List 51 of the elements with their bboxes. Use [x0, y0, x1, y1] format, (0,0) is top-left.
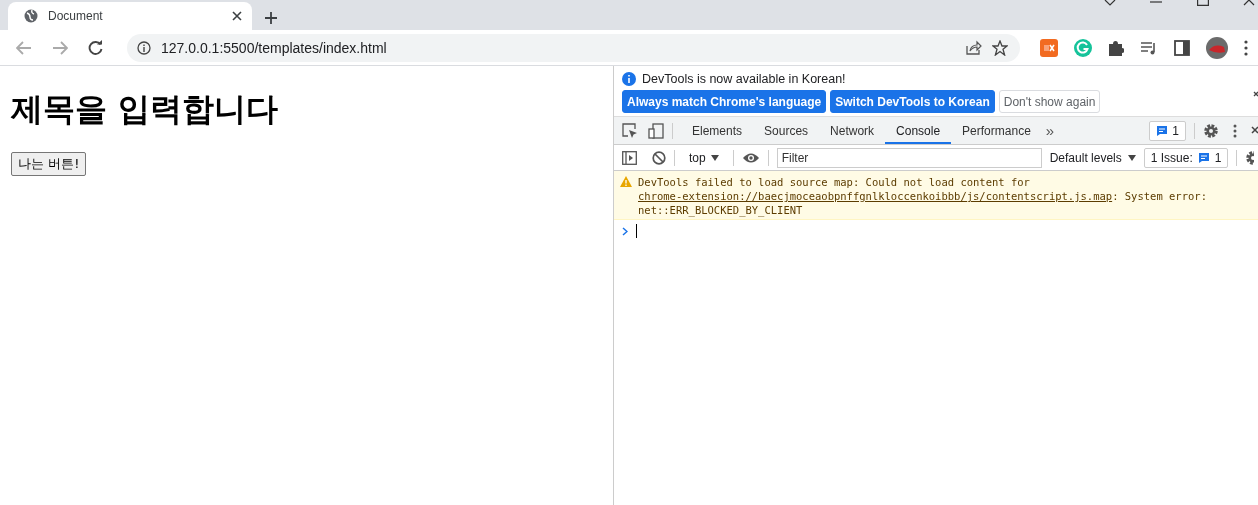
devtools-tab[interactable]: Console: [885, 117, 952, 144]
chevron-down-icon[interactable]: [1104, 0, 1116, 6]
page-button[interactable]: 나는 버튼!: [11, 152, 87, 176]
device-toolbar-icon[interactable]: [648, 122, 664, 139]
address-bar[interactable]: 127.0.0.1:5500/templates/index.html: [127, 33, 1020, 62]
side-panel-icon[interactable]: [1174, 39, 1190, 56]
devtools-tab[interactable]: Elements: [681, 117, 754, 144]
settings-icon[interactable]: [1203, 122, 1219, 139]
warning-icon: [620, 176, 632, 187]
infobar-button[interactable]: Switch DevTools to Korean: [830, 90, 995, 113]
prompt-chevron-icon: [622, 226, 628, 236]
devtools-tab[interactable]: Sources: [753, 117, 820, 144]
caret-icon: [710, 154, 719, 161]
info-icon: [622, 72, 636, 86]
filter-field[interactable]: Filter: [776, 147, 1042, 168]
devtools-tab[interactable]: Performance: [951, 117, 1042, 144]
menu-icon[interactable]: [1233, 123, 1237, 138]
settings-icon[interactable]: [1245, 149, 1255, 166]
inspect-icon[interactable]: [622, 122, 638, 139]
reload-icon[interactable]: [88, 40, 103, 55]
issues-button[interactable]: 1 Issue: 1: [1143, 147, 1229, 168]
more-tabs-button[interactable]: »: [1045, 122, 1055, 139]
warning-message: DevTools failed to load source map: Could not load content for chrome-extension://baecjmoceaobpnffgnlkloccenkoibbb/js/contentscript.js.map: System error: net::ERR_BLOCKED_BY_CLIENT: [638, 175, 1208, 217]
playlist-icon[interactable]: [1140, 40, 1158, 55]
log-levels-dropdown[interactable]: Default levels: [1049, 150, 1136, 165]
globe-icon: [24, 9, 38, 23]
star-icon[interactable]: [992, 39, 1008, 56]
text-cursor: [636, 224, 637, 238]
caret-icon: [1127, 154, 1136, 161]
eye-icon[interactable]: [741, 151, 760, 164]
page-heading: 제목을 입력합니다: [11, 89, 279, 130]
maximize-icon[interactable]: [1197, 0, 1209, 6]
issues-badge[interactable]: 1: [1149, 120, 1186, 141]
avatar-icon[interactable]: [1206, 36, 1228, 59]
infobar-message: DevTools is now available in Korean!: [642, 72, 846, 86]
extension-icon[interactable]: [1040, 38, 1058, 57]
context-dropdown[interactable]: top: [683, 150, 725, 165]
puzzle-icon[interactable]: [1108, 39, 1124, 56]
browser-tab[interactable]: Document: [8, 2, 252, 30]
infobar-button[interactable]: Always match Chrome's language: [622, 90, 827, 113]
share-icon[interactable]: [966, 40, 982, 55]
minimize-icon[interactable]: [1150, 0, 1162, 4]
sidebar-toggle-icon[interactable]: [622, 150, 637, 165]
message-icon: [1197, 151, 1210, 164]
infobar-button[interactable]: Don't show again: [998, 90, 1101, 113]
clear-console-icon[interactable]: [652, 150, 666, 165]
menu-icon[interactable]: [1244, 39, 1248, 56]
info-icon[interactable]: [137, 40, 151, 55]
source-map-link[interactable]: chrome-extension://baecjmoceaobpnffgnlkloccenkoibbb/js/contentscript.js.map: [638, 190, 1113, 202]
devtools-tab[interactable]: Network: [819, 117, 886, 144]
new-tab-icon[interactable]: [264, 11, 278, 25]
